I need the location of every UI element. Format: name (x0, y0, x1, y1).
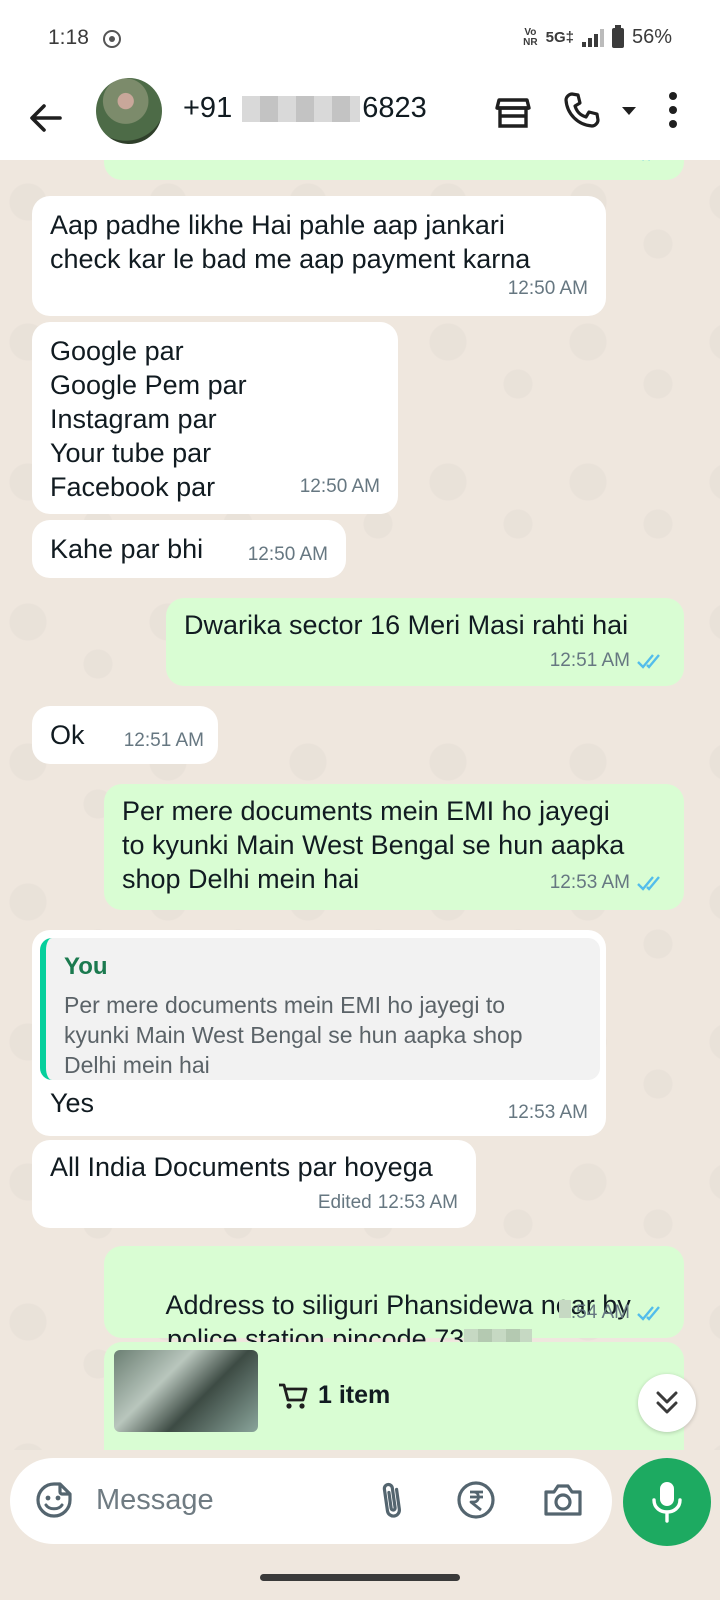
screen-record-icon (103, 30, 121, 48)
edited-label: Edited (317, 1192, 372, 1213)
message-bubble[interactable]: 12:49 AM (104, 160, 684, 180)
message-time: 12:50 AM (247, 544, 328, 565)
cart-item-count: 1 item (318, 1381, 391, 1409)
message-time: :54 AM (570, 1302, 630, 1323)
message-bubble[interactable]: Ok 12:51 AM (32, 706, 218, 764)
network-type: 5G‡ (545, 29, 574, 46)
camera-icon[interactable] (542, 1480, 584, 1520)
call-dropdown-icon[interactable] (620, 104, 638, 118)
contact-suffix: 6823 (362, 92, 427, 124)
status-bar: 1:18 Vo NR 5G‡ 56% (0, 0, 720, 76)
message-meta: 12:49 AM (550, 160, 666, 170)
redacted-number (242, 96, 361, 123)
double-chevron-down-icon (656, 1391, 678, 1414)
message-bubble[interactable]: Google par Google Pem par Instagram par … (32, 322, 398, 514)
message-meta: 12:53 AM (550, 866, 666, 900)
message-text: Kahe par bhi (50, 534, 204, 564)
read-ticks-icon (637, 1306, 660, 1321)
status-indicators: Vo NR 5G‡ 56% (523, 24, 672, 49)
chat-header: +91 6823 (0, 76, 720, 160)
attach-icon[interactable] (376, 1478, 410, 1522)
message-time: 12:50 AM (299, 476, 380, 497)
message-text: Ok (50, 720, 85, 750)
redacted-time (558, 1300, 571, 1318)
rupee-icon[interactable] (456, 1480, 496, 1520)
message-meta: :54 AM (558, 1296, 666, 1330)
message-meta: Edited 12:53 AM (318, 1186, 458, 1220)
message-bubble[interactable]: Address to siliguri Phansidewa near by p… (104, 1246, 684, 1354)
message-text: Google par Google Pem par Instagram par … (50, 336, 247, 502)
message-bubble[interactable]: Per mere documents mein EMI ho jayegi to… (104, 784, 684, 910)
cart-thumbnail[interactable] (114, 1350, 258, 1432)
message-time: 12:50 AM (507, 278, 588, 299)
mic-button[interactable] (623, 1458, 711, 1546)
quote-author: You (64, 953, 108, 980)
message-text: Dwarika sector 16 Meri Masi rahti hai (184, 610, 629, 640)
message-bubble[interactable]: Dwarika sector 16 Meri Masi rahti hai 12… (166, 598, 684, 686)
call-icon[interactable] (562, 90, 602, 130)
contact-prefix: +91 (183, 92, 233, 124)
home-indicator[interactable] (260, 1574, 460, 1581)
message-text: Aap padhe likhe Hai pahle aap jankari ch… (50, 210, 531, 274)
message-meta: 12:51 AM (550, 644, 666, 678)
sticker-icon[interactable] (34, 1480, 74, 1520)
message-time: 12:49 AM (550, 160, 630, 170)
status-time: 1:18 (48, 26, 89, 49)
message-time: 12:51 AM (549, 650, 630, 671)
read-ticks-icon (642, 160, 650, 161)
message-input[interactable] (96, 1478, 346, 1522)
back-arrow-icon[interactable] (24, 96, 68, 140)
message-text: Yes (50, 1088, 95, 1118)
cart-icon (279, 1383, 308, 1409)
message-time: 12:51 AM (123, 730, 204, 751)
battery-percent: 56% (631, 26, 672, 48)
scroll-to-bottom-button[interactable] (638, 1374, 696, 1432)
cart-message[interactable]: 1 item (104, 1342, 684, 1450)
message-bubble[interactable]: Kahe par bhi 12:50 AM (32, 520, 346, 578)
read-ticks-icon (637, 654, 660, 669)
mic-icon (652, 1482, 682, 1523)
signal-icon (581, 28, 604, 47)
composer (10, 1458, 612, 1544)
message-time: 12:53 AM (377, 1192, 458, 1213)
contact-avatar[interactable] (96, 78, 162, 144)
volte-indicator: Vo NR (523, 26, 538, 48)
chat-area[interactable]: 12:49 AM Aap padhe likhe Hai pahle aap j… (0, 160, 720, 1450)
store-icon[interactable] (493, 92, 533, 132)
message-bubble[interactable]: Aap padhe likhe Hai pahle aap jankari ch… (32, 196, 606, 316)
battery-icon (611, 24, 624, 48)
message-time: 12:53 AM (549, 872, 630, 893)
message-time: 12:53 AM (507, 1102, 588, 1123)
more-vert-icon[interactable] (666, 90, 680, 130)
message-bubble[interactable]: All India Documents par hoyega Edited 12… (32, 1140, 476, 1228)
read-ticks-icon (637, 876, 660, 891)
contact-name[interactable]: +91 6823 (183, 92, 427, 125)
message-text: All India Documents par hoyega (50, 1152, 433, 1182)
quote-text: Per mere documents mein EMI ho jayegi to… (64, 992, 523, 1078)
quoted-message[interactable]: You Per mere documents mein EMI ho jayeg… (40, 938, 600, 1080)
message-bubble[interactable]: You Per mere documents mein EMI ho jayeg… (32, 930, 606, 1136)
system-nav-bar (0, 1556, 720, 1600)
